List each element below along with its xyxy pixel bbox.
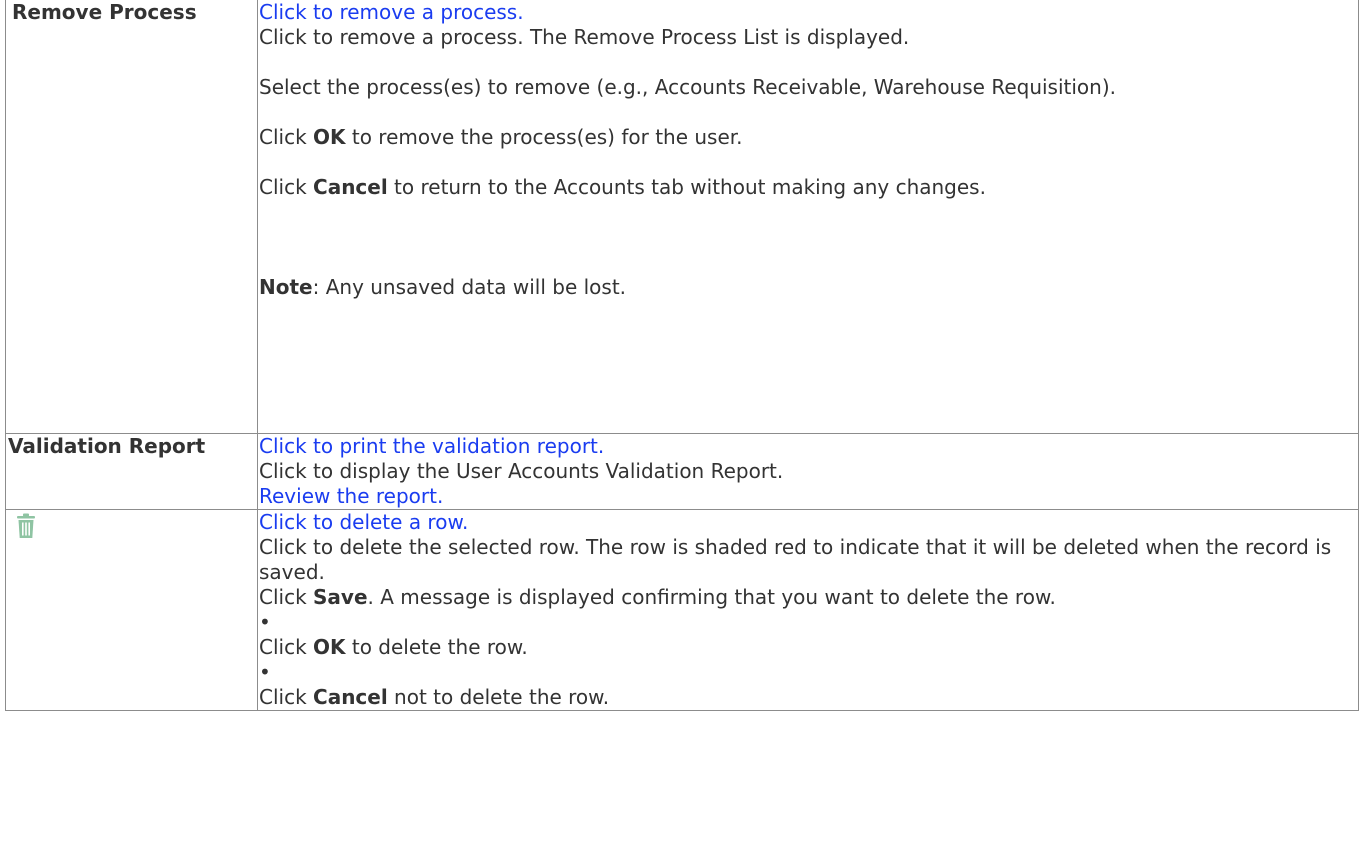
desc-delete-row: Click to delete a row. Click to delete t… xyxy=(257,509,1359,711)
text-delete-row-save: Click Save. A message is displayed confi… xyxy=(259,585,1056,609)
text-delete-row-1: Click to delete the selected row. The ro… xyxy=(259,535,1332,584)
text-remove-process-ok: Click OK to remove the process(es) for t… xyxy=(259,125,743,149)
table-row-remove-process: Remove Process Click to remove a process… xyxy=(5,0,1359,434)
table-row-validation-report: Validation Report Click to print the val… xyxy=(5,433,1359,510)
text-delete-row-cancel: Click Cancel not to delete the row. xyxy=(259,685,610,709)
text-remove-process-1: Click to remove a process. The Remove Pr… xyxy=(259,25,910,49)
help-table: Remove Process Click to remove a process… xyxy=(5,0,1359,711)
bullet-2: • xyxy=(259,660,271,684)
link-delete-row[interactable]: Click to delete a row. xyxy=(259,510,1357,535)
label-delete-icon-cell xyxy=(5,509,258,711)
text-remove-process-note: Note: Any unsaved data will be lost. xyxy=(259,275,627,299)
text-delete-row-ok: Click OK to delete the row. xyxy=(259,635,528,659)
link-remove-process[interactable]: Click to remove a process. xyxy=(259,0,1357,25)
trash-icon xyxy=(17,513,35,538)
text-remove-process-2: Select the process(es) to remove (e.g., … xyxy=(259,75,1116,99)
text-remove-process-cancel: Click Cancel to return to the Accounts t… xyxy=(259,175,986,199)
label-remove-process: Remove Process xyxy=(5,0,258,434)
bullet-1: • xyxy=(259,610,271,634)
table-row-delete: Click to delete a row. Click to delete t… xyxy=(5,509,1359,711)
text-validation-report-1: Click to display the User Accounts Valid… xyxy=(259,459,784,483)
link-print-validation-report[interactable]: Click to print the validation report. xyxy=(259,434,1357,459)
label-validation-report: Validation Report xyxy=(5,433,258,510)
link-review-report[interactable]: Review the report. xyxy=(259,484,1357,509)
desc-validation-report: Click to print the validation report. Cl… xyxy=(257,433,1359,510)
desc-remove-process: Click to remove a process. Click to remo… xyxy=(257,0,1359,434)
